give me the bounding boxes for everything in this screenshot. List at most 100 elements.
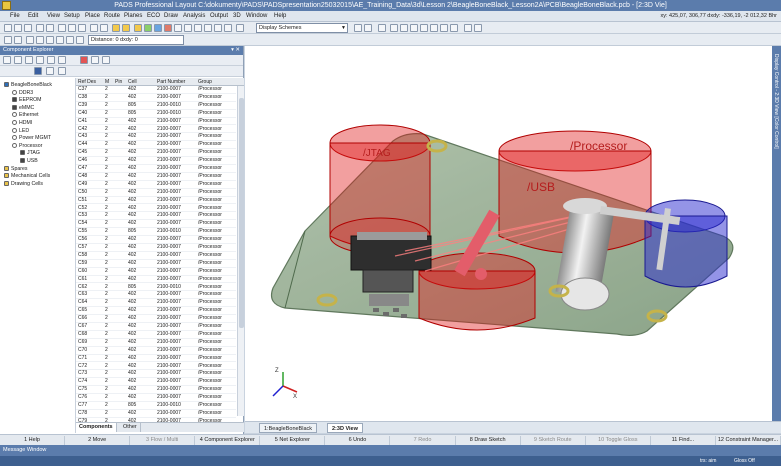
tree-node[interactable]: Processor <box>12 142 42 150</box>
section-icon[interactable] <box>474 24 482 32</box>
table-row[interactable]: C57 2 402 2100-0007/Processor <box>76 244 236 252</box>
function-key[interactable]: 6 Undo <box>325 436 391 445</box>
table-scrollbar[interactable] <box>237 86 244 416</box>
table-row[interactable]: C52 2 402 2100-0007/Processor <box>76 205 236 213</box>
scheme-apply-icon[interactable] <box>354 24 362 32</box>
copy-icon[interactable] <box>68 24 76 32</box>
menu-setup[interactable]: Setup <box>64 11 80 22</box>
fit-icon[interactable] <box>236 24 244 32</box>
menu-analysis[interactable]: Analysis <box>183 11 205 22</box>
collapse-icon[interactable] <box>46 67 54 75</box>
table-row[interactable]: C78 2 402 2100-0007/Processor <box>76 410 236 418</box>
tree-node[interactable]: JTAG <box>20 150 40 157</box>
tool-e-icon[interactable] <box>46 36 54 44</box>
tool-h-icon[interactable] <box>76 36 84 44</box>
explorer-tool-4-icon[interactable] <box>36 56 44 64</box>
table-row[interactable]: C51 2 402 2100-0007/Processor <box>76 197 236 205</box>
tree-node[interactable]: LED <box>12 127 29 135</box>
open-icon[interactable] <box>14 24 22 32</box>
redo-icon[interactable] <box>46 24 54 32</box>
menu-window[interactable]: Window <box>246 11 267 22</box>
tree-node[interactable]: HDMI <box>12 120 32 127</box>
table-row[interactable]: C46 2 402 2100-0007/Processor <box>76 157 236 165</box>
tree-node[interactable]: eMMC <box>12 104 34 112</box>
menu-file[interactable]: File <box>10 11 20 22</box>
display-schemes-dropdown[interactable]: Display Schemes ▼ <box>256 23 348 33</box>
function-key[interactable]: 10 Toggle Gloss <box>586 436 651 445</box>
table-row[interactable]: C45 2 402 2100-0007/Processor <box>76 149 236 158</box>
table-row[interactable]: C56 2 402 2100-0007/Processor <box>76 236 236 244</box>
3d-side-icon[interactable] <box>440 24 448 32</box>
tree-node[interactable]: Ethernet <box>12 112 39 119</box>
menu-3d[interactable]: 3D <box>233 11 241 22</box>
message-window-bar[interactable]: Message Window <box>0 445 781 456</box>
3d-icon[interactable] <box>214 24 222 32</box>
table-row[interactable]: C59 2 402 2100-0007/Processor <box>76 260 236 268</box>
scrollbar-thumb[interactable] <box>239 98 244 328</box>
snap-icon[interactable] <box>204 24 212 32</box>
table-row[interactable]: C67 2 402 2100-0007/Processor <box>76 323 236 331</box>
plane-icon[interactable] <box>134 24 142 32</box>
menu-place[interactable]: Place <box>85 11 100 22</box>
table-row[interactable]: C60 2 402 2100-0007/Processor <box>76 268 236 276</box>
3d-viewport[interactable]: /Processor /USB /JTAG Z X <box>245 46 772 421</box>
tree-node[interactable]: EEPROM <box>12 97 41 104</box>
table-row[interactable]: C37 2 402 2100-0007/Processor <box>76 86 236 94</box>
table-row[interactable]: C63 2 402 2100-0007/Processor <box>76 291 236 300</box>
clearance-icon[interactable] <box>464 24 472 32</box>
tree-node[interactable]: Power MGMT <box>12 135 51 142</box>
menu-eco[interactable]: ECO <box>147 11 160 22</box>
cut-icon[interactable] <box>58 24 66 32</box>
explorer-tool-8-icon[interactable] <box>102 56 110 64</box>
table-row[interactable]: C38 2 402 2100-0007/Processor <box>76 94 236 102</box>
table-row[interactable]: C71 2 402 2100-0007/Processor <box>76 355 236 363</box>
tool-c-icon[interactable] <box>26 36 34 44</box>
table-row[interactable]: C44 2 402 2100-0007/Processor <box>76 141 236 150</box>
col-part-number[interactable]: Part Number <box>157 78 185 86</box>
undo-icon[interactable] <box>36 24 44 32</box>
3d-top-icon[interactable] <box>430 24 438 32</box>
tool-f-icon[interactable] <box>56 36 64 44</box>
table-row[interactable]: C64 2 402 2100-0007/Processor <box>76 299 236 308</box>
measure-icon[interactable] <box>174 24 182 32</box>
display-control-sidebar[interactable]: Display Control - 2:3D View [Color Contr… <box>772 46 781 421</box>
new-icon[interactable] <box>4 24 12 32</box>
tab-components[interactable]: Components <box>76 423 117 432</box>
col-pin[interactable]: Pin <box>115 78 122 86</box>
tool-b-icon[interactable] <box>14 36 22 44</box>
table-row[interactable]: C68 2 402 2100-0007/Processor <box>76 331 236 339</box>
table-row[interactable]: C61 2 402 2100-0007/Processor <box>76 276 236 284</box>
table-row[interactable]: C43 2 402 2100-0007/Processor <box>76 133 236 142</box>
table-row[interactable]: C74 2 402 2100-0007/Processor <box>76 378 236 387</box>
menu-edit[interactable]: Edit <box>28 11 38 22</box>
ruler-icon[interactable] <box>378 24 386 32</box>
route-icon[interactable] <box>122 24 130 32</box>
menu-view[interactable]: View <box>47 11 60 22</box>
col-group[interactable]: Group <box>198 78 212 86</box>
function-key[interactable]: 1 Help <box>0 436 66 445</box>
menu-planes[interactable]: Planes <box>124 11 142 22</box>
table-row[interactable]: C73 2 402 2100-0007/Processor <box>76 370 236 379</box>
tab-other[interactable]: Other <box>120 423 141 432</box>
paste-icon[interactable] <box>78 24 86 32</box>
3d-pan-icon[interactable] <box>400 24 408 32</box>
function-key[interactable]: 4 Component Explorer <box>195 436 261 445</box>
save-icon[interactable] <box>24 24 32 32</box>
tab-view-1[interactable]: 1:BeagleBoneBlack <box>259 423 318 433</box>
drc-icon[interactable] <box>144 24 152 32</box>
function-key[interactable]: 9 Sketch Route <box>521 436 586 445</box>
table-row[interactable]: C41 2 402 2100-0007/Processor <box>76 118 236 126</box>
col-m[interactable]: M <box>105 78 109 86</box>
col-ref-des[interactable]: Ref Des <box>78 78 96 86</box>
table-row[interactable]: C58 2 402 2100-0007/Processor <box>76 252 236 260</box>
grid-icon[interactable] <box>194 24 202 32</box>
explorer-tool-6-icon[interactable] <box>58 56 66 64</box>
highlight-icon[interactable] <box>164 24 172 32</box>
menu-draw[interactable]: Draw <box>164 11 178 22</box>
filter-red-icon[interactable] <box>80 56 88 64</box>
table-row[interactable]: C75 2 402 2100-0007/Processor <box>76 386 236 395</box>
function-key[interactable]: 8 Draw Sketch <box>456 436 521 445</box>
explorer-tool-5-icon[interactable] <box>47 56 55 64</box>
distance-field[interactable]: Distance: 0 dxdy: 0 <box>88 35 184 45</box>
3d-zoom-icon[interactable] <box>410 24 418 32</box>
